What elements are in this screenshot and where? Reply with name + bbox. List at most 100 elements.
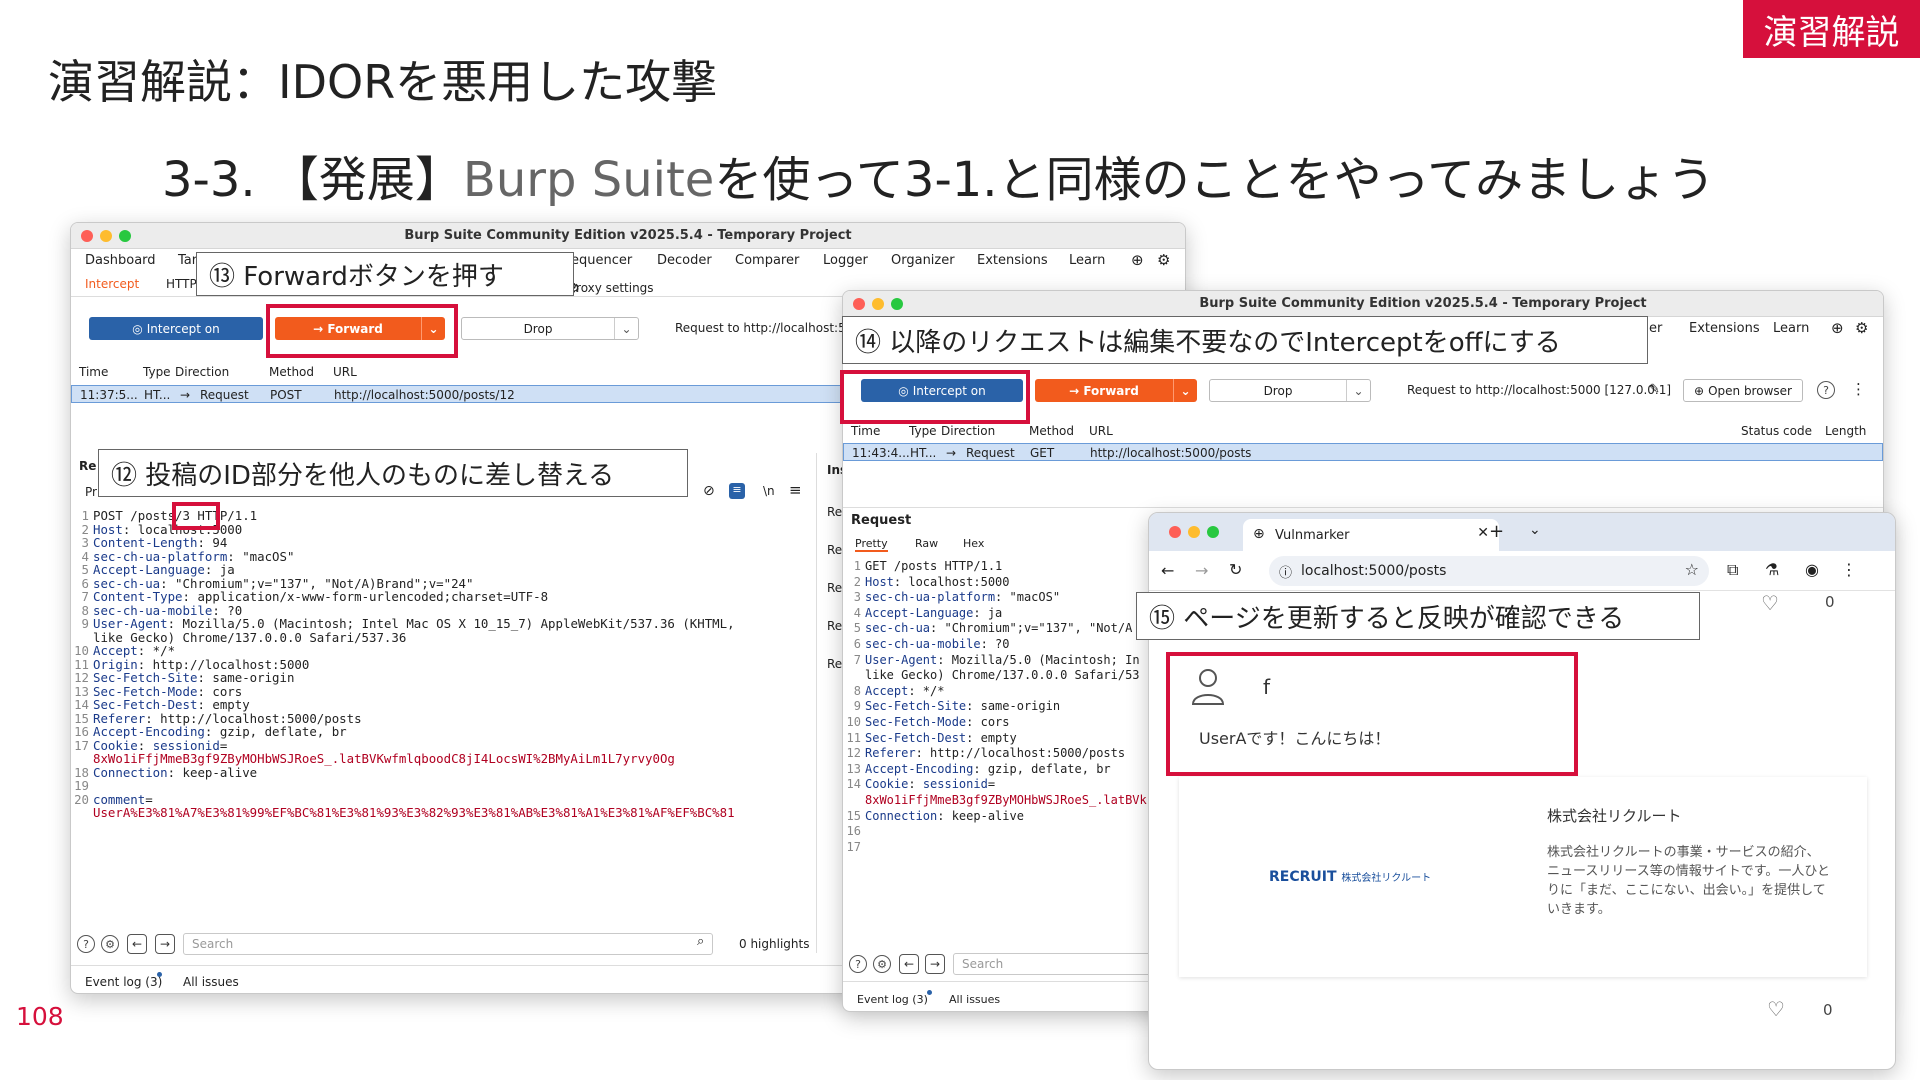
tab-intercept[interactable]: Intercept — [85, 277, 139, 291]
help-icon[interactable]: ? — [1817, 381, 1835, 399]
close-button[interactable] — [81, 230, 93, 242]
all-issues-link[interactable]: All issues — [183, 975, 239, 989]
forward-button[interactable]: → Forward ⌄ — [1035, 379, 1197, 402]
help-icon[interactable]: ? — [77, 935, 95, 953]
pane-divider[interactable] — [843, 507, 1883, 508]
extensions-icon[interactable]: ⧉ — [1727, 560, 1738, 580]
globe-icon[interactable]: ⊕ — [1131, 251, 1144, 269]
menu-decoder[interactable]: Decoder — [657, 253, 712, 268]
inspector-item[interactable]: Re — [827, 619, 842, 633]
tab-pretty[interactable]: Pretty — [855, 537, 888, 552]
drop-button[interactable]: Drop ⌄ — [461, 317, 639, 340]
new-tab-icon[interactable]: + — [1489, 521, 1504, 542]
menu-target[interactable]: Tar — [178, 253, 197, 268]
edit-icon[interactable]: ✎ — [1649, 382, 1660, 397]
site-info-icon[interactable]: ⓘ — [1279, 562, 1292, 581]
inspector-item[interactable]: Re — [827, 505, 842, 519]
newline-toggle[interactable]: \n — [763, 484, 775, 498]
forward-arrow-icon[interactable]: → — [1195, 561, 1208, 580]
event-log-link[interactable]: Event log (3) — [857, 993, 928, 1006]
col-url[interactable]: URL — [333, 365, 357, 379]
request-editor[interactable]: 1 POST /posts/3 HTTP/1.1 2 Host: localhost:… — [71, 509, 811, 949]
more-options-icon[interactable]: ⋮ — [1841, 560, 1857, 579]
link-preview-card[interactable]: RECRUIT 株式会社リクルート 株式会社リクルート 株式会社リクルートの事業… — [1179, 777, 1867, 977]
help-icon[interactable]: ? — [849, 955, 867, 973]
forward-arrow-icon[interactable]: → — [155, 934, 175, 954]
zoom-button[interactable] — [119, 230, 131, 242]
menu-icon[interactable]: ≡ — [789, 481, 802, 499]
gear-icon[interactable]: ⚙ — [873, 955, 891, 973]
request-editor[interactable]: 1 GET /posts HTTP/1.1 2 Host: localhost:500… — [843, 559, 1147, 854]
tab-pretty[interactable]: Pr — [85, 485, 97, 499]
zoom-button[interactable] — [891, 298, 903, 310]
gear-icon[interactable]: ⚙ — [1855, 319, 1868, 337]
open-browser-button[interactable]: ⊕ Open browser — [1683, 379, 1803, 402]
event-log-link[interactable]: Event log (3) — [85, 975, 162, 989]
flask-icon[interactable]: ⚗ — [1765, 560, 1779, 579]
hide-icon[interactable]: ⊘ — [703, 483, 715, 499]
menu-logger[interactable]: Logger — [823, 253, 868, 268]
search-icon[interactable]: ⌕ — [697, 934, 704, 949]
col-method[interactable]: Method — [269, 365, 314, 379]
menu-dashboard[interactable]: Dashboard — [85, 253, 156, 268]
heart-icon[interactable]: ♡ — [1767, 997, 1785, 1021]
tab-raw[interactable]: Raw — [915, 537, 938, 550]
star-icon[interactable]: ☆ — [1685, 560, 1699, 579]
all-issues-link[interactable]: All issues — [949, 993, 1000, 1006]
close-button[interactable] — [853, 298, 865, 310]
tab-http-history[interactable]: HTTP — [166, 277, 197, 291]
chevron-down-icon[interactable]: ⌄ — [614, 318, 638, 339]
chevron-down-icon[interactable]: ⌄ — [1346, 380, 1370, 401]
inspector-item[interactable]: Re — [827, 543, 842, 557]
intercept-toggle-button[interactable]: ◎ Intercept on — [89, 317, 263, 340]
col-time[interactable]: Time — [851, 424, 880, 438]
chevron-down-icon[interactable]: ⌄ — [1529, 522, 1541, 538]
col-type[interactable]: Type — [909, 424, 937, 438]
search-input[interactable]: Search — [953, 953, 1153, 975]
col-url[interactable]: URL — [1089, 424, 1113, 438]
inspector-item[interactable]: Re — [827, 581, 842, 595]
pane-divider[interactable] — [816, 453, 817, 953]
col-length[interactable]: Length — [1825, 424, 1866, 438]
forward-arrow-icon[interactable]: → — [925, 954, 945, 974]
zoom-button[interactable] — [1207, 526, 1219, 538]
globe-icon[interactable]: ⊕ — [1831, 319, 1844, 337]
menu-comparer[interactable]: Comparer — [735, 253, 799, 268]
drop-button[interactable]: Drop ⌄ — [1209, 379, 1371, 402]
menu-extensions[interactable]: Extensions — [977, 253, 1048, 268]
minimize-button[interactable] — [872, 298, 884, 310]
back-arrow-icon[interactable]: ← — [899, 954, 919, 974]
chevron-down-icon[interactable]: ⌄ — [1173, 379, 1197, 402]
heart-icon[interactable]: ♡ — [1761, 591, 1779, 615]
col-direction[interactable]: Direction — [941, 424, 995, 438]
menu-learn[interactable]: Learn — [1069, 253, 1105, 268]
col-direction[interactable]: Direction — [175, 365, 229, 379]
more-options-icon[interactable]: ⋮ — [1851, 380, 1866, 398]
minimize-button[interactable] — [100, 230, 112, 242]
reload-icon[interactable]: ↻ — [1229, 560, 1242, 579]
back-arrow-icon[interactable]: ← — [1161, 561, 1174, 580]
history-row-selected[interactable]: 11:43:4... HT... → Request GET http://lo… — [843, 443, 1883, 461]
menu-extensions[interactable]: Extensions — [1689, 321, 1760, 336]
pretty-toggle-icon[interactable]: ≡ — [729, 483, 745, 499]
close-tab-icon[interactable]: ✕ — [1477, 525, 1489, 541]
close-button[interactable] — [1169, 526, 1181, 538]
col-status-code[interactable]: Status code — [1741, 424, 1812, 438]
search-input[interactable]: Search — [183, 933, 713, 955]
col-method[interactable]: Method — [1029, 424, 1074, 438]
menu-sequencer[interactable]: equencer — [571, 253, 632, 268]
col-time[interactable]: Time — [79, 365, 108, 379]
back-arrow-icon[interactable]: ← — [127, 934, 147, 954]
menu-learn[interactable]: Learn — [1773, 321, 1809, 336]
tab-hex[interactable]: Hex — [963, 537, 984, 550]
profile-icon[interactable]: ◉ — [1805, 560, 1819, 579]
browser-tab[interactable]: ⊕ Vulnmarker ✕ — [1243, 519, 1499, 551]
col-type[interactable]: Type — [143, 365, 171, 379]
minimize-button[interactable] — [1188, 526, 1200, 538]
address-bar[interactable]: ⓘ localhost:5000/posts ☆ — [1269, 556, 1709, 586]
menu-organizer[interactable]: Organizer — [891, 253, 955, 268]
menu-organizer[interactable]: er — [1649, 321, 1662, 336]
gear-icon[interactable]: ⚙ — [1157, 251, 1170, 269]
gear-icon[interactable]: ⚙ — [101, 935, 119, 953]
inspector-item[interactable]: Re — [827, 657, 842, 671]
